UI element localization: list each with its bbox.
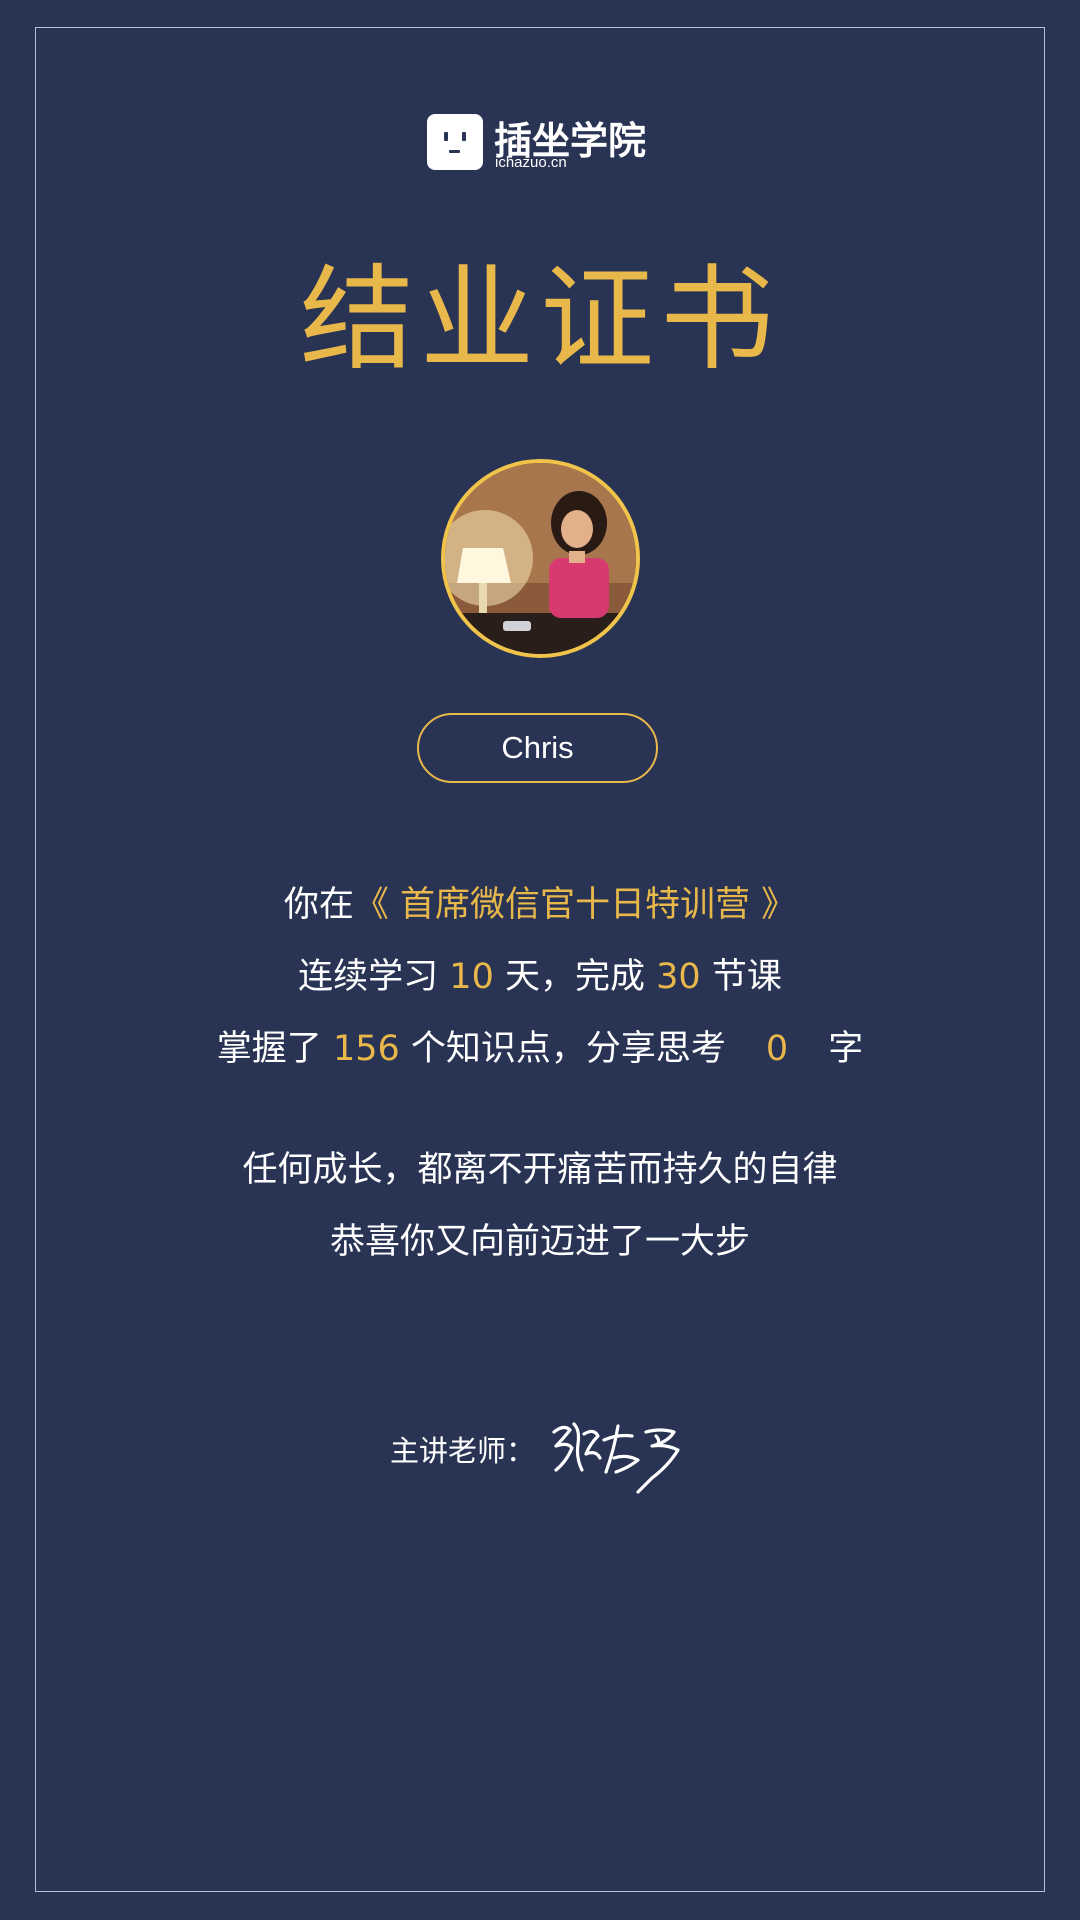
- lessons-value: 30: [656, 957, 701, 997]
- knowledge-mid: 个知识点，分享思考: [410, 1029, 726, 1069]
- knowledge-prefix: 掌握了: [216, 1029, 322, 1069]
- course-line: 你在《 首席微信官十日特训营 》: [0, 880, 1080, 930]
- student-name-badge: Chris: [417, 713, 658, 783]
- words-suffix: 字: [828, 1029, 864, 1069]
- knowledge-line: 掌握了 156 个知识点，分享思考 0 字: [0, 1024, 1080, 1074]
- brand-logo: 插坐学院 ichazuo.cn: [427, 114, 667, 174]
- avatar: [441, 459, 640, 658]
- study-mid: 天，完成: [504, 957, 645, 997]
- motto-line-1: 任何成长，都离不开痛苦而持久的自律: [242, 1150, 838, 1190]
- smiley-square-icon: [427, 114, 483, 170]
- certificate-title: 结业证书: [299, 253, 780, 386]
- course-prefix: 你在: [283, 885, 354, 925]
- knowledge-points-value: 156: [332, 1029, 400, 1069]
- lessons-suffix: 节课: [711, 957, 782, 997]
- study-prefix: 连续学习: [298, 957, 439, 997]
- motto-line-2: 恭喜你又向前迈进了一大步: [329, 1222, 750, 1262]
- course-name: 《 首席微信官十日特训营 》: [353, 885, 797, 925]
- teacher-signature: [552, 1422, 680, 1494]
- teacher-label: 主讲老师：: [390, 1434, 536, 1468]
- words-value: 0: [765, 1029, 789, 1069]
- study-days-line: 连续学习 10 天，完成 30 节课: [0, 952, 1080, 1002]
- avatar-photo: [445, 463, 636, 654]
- brand-url: ichazuo.cn: [495, 154, 567, 171]
- study-days-value: 10: [449, 957, 494, 997]
- certificate-page: 插坐学院 ichazuo.cn 结业证书 Chris 你在《 首席微信官十日特训…: [0, 0, 1080, 1920]
